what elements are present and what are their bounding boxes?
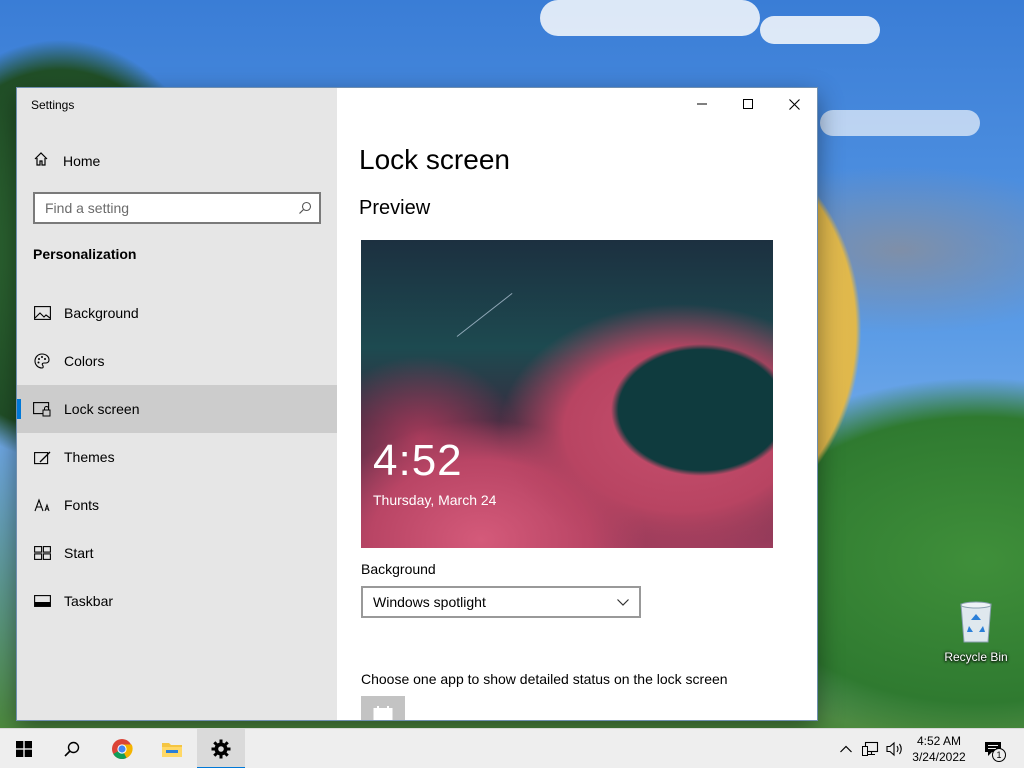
sidebar-nav: Background Colors Lock screen Themes Fon… bbox=[17, 289, 337, 625]
content-pane: Lock screen Preview 4:52 Thursday, March… bbox=[337, 88, 817, 720]
recycle-bin-icon bbox=[957, 600, 995, 644]
speaker-icon bbox=[886, 741, 902, 757]
section-header: Personalization bbox=[33, 246, 137, 262]
start-button[interactable] bbox=[0, 729, 48, 768]
search-button[interactable] bbox=[48, 729, 96, 768]
wallpaper-cloud bbox=[820, 110, 980, 136]
taskbar-chrome-button[interactable] bbox=[98, 729, 146, 768]
taskbar-clock[interactable]: 4:52 AM 3/24/2022 bbox=[904, 733, 974, 765]
gear-icon bbox=[211, 739, 231, 759]
search-input[interactable]: Find a setting bbox=[33, 192, 321, 224]
picture-icon bbox=[33, 304, 51, 322]
chevron-down-icon bbox=[617, 593, 629, 611]
recycle-bin-label: Recycle Bin bbox=[944, 650, 1008, 664]
sidebar-item-background[interactable]: Background bbox=[17, 289, 337, 337]
search-icon[interactable] bbox=[291, 201, 319, 215]
sidebar-item-colors[interactable]: Colors bbox=[17, 337, 337, 385]
page-title: Lock screen bbox=[359, 144, 510, 175]
preview-time: 4:52 bbox=[373, 436, 463, 485]
palette-icon bbox=[33, 352, 51, 370]
recycle-bin[interactable]: Recycle Bin bbox=[938, 600, 1014, 664]
taskbar-file-explorer-button[interactable] bbox=[148, 729, 196, 768]
sidebar-item-taskbar[interactable]: Taskbar bbox=[17, 577, 337, 625]
home-icon bbox=[33, 151, 49, 172]
clock-date: 3/24/2022 bbox=[912, 750, 966, 764]
taskbar-icon bbox=[33, 592, 51, 610]
preview-date: Thursday, March 24 bbox=[373, 492, 497, 508]
sidebar-item-label: Lock screen bbox=[64, 401, 140, 417]
chrome-icon bbox=[112, 739, 133, 759]
chevron-up-icon bbox=[840, 745, 852, 753]
sidebar-item-label: Fonts bbox=[64, 497, 100, 513]
wallpaper-cloud bbox=[760, 16, 880, 44]
action-center-button[interactable] bbox=[978, 729, 1008, 768]
volume-button[interactable] bbox=[884, 729, 906, 768]
search-placeholder: Find a setting bbox=[45, 200, 130, 216]
home-nav-item[interactable]: Home bbox=[33, 150, 100, 172]
detailed-status-app-button[interactable] bbox=[361, 696, 405, 720]
preview-meteor-streak bbox=[456, 293, 513, 337]
notification-count-badge: 1 bbox=[992, 748, 1006, 762]
clock-time: 4:52 AM bbox=[916, 734, 962, 748]
sidebar-item-label: Themes bbox=[64, 449, 115, 465]
calendar-icon bbox=[373, 706, 393, 720]
sidebar-item-label: Taskbar bbox=[64, 593, 114, 609]
home-label: Home bbox=[63, 153, 101, 169]
preview-heading: Preview bbox=[359, 197, 431, 219]
lock-screen-icon bbox=[33, 400, 51, 418]
start-icon bbox=[33, 544, 51, 562]
settings-window: Settings Home Find a setting Personaliza… bbox=[17, 88, 817, 720]
sidebar-item-fonts[interactable]: Fonts bbox=[17, 481, 337, 529]
detailed-status-label: Choose one app to show detailed status o… bbox=[361, 671, 728, 687]
show-hidden-icons-button[interactable] bbox=[836, 729, 856, 768]
sidebar-item-start[interactable]: Start bbox=[17, 529, 337, 577]
folder-icon bbox=[162, 743, 182, 757]
background-dropdown[interactable]: Windows spotlight bbox=[361, 586, 641, 618]
lock-screen-preview: 4:52 Thursday, March 24 bbox=[361, 240, 773, 548]
window-title: Settings bbox=[31, 98, 75, 112]
network-button[interactable] bbox=[860, 729, 882, 768]
network-icon bbox=[862, 741, 879, 756]
search-icon bbox=[64, 741, 80, 757]
taskbar-settings-button[interactable] bbox=[197, 729, 245, 768]
sidebar-item-label: Background bbox=[64, 305, 139, 321]
background-label: Background bbox=[361, 561, 436, 577]
sidebar: Settings Home Find a setting Personaliza… bbox=[17, 88, 337, 720]
sidebar-item-lock-screen[interactable]: Lock screen bbox=[17, 385, 337, 433]
themes-icon bbox=[33, 448, 51, 466]
taskbar: 4:52 AM 3/24/2022 1 bbox=[0, 728, 1024, 768]
sidebar-item-themes[interactable]: Themes bbox=[17, 433, 337, 481]
background-dropdown-value: Windows spotlight bbox=[373, 594, 486, 610]
sidebar-item-label: Colors bbox=[64, 353, 105, 369]
sidebar-item-label: Start bbox=[64, 545, 94, 561]
wallpaper-cloud bbox=[540, 0, 760, 36]
fonts-icon bbox=[33, 496, 51, 514]
windows-logo-icon bbox=[16, 741, 32, 757]
